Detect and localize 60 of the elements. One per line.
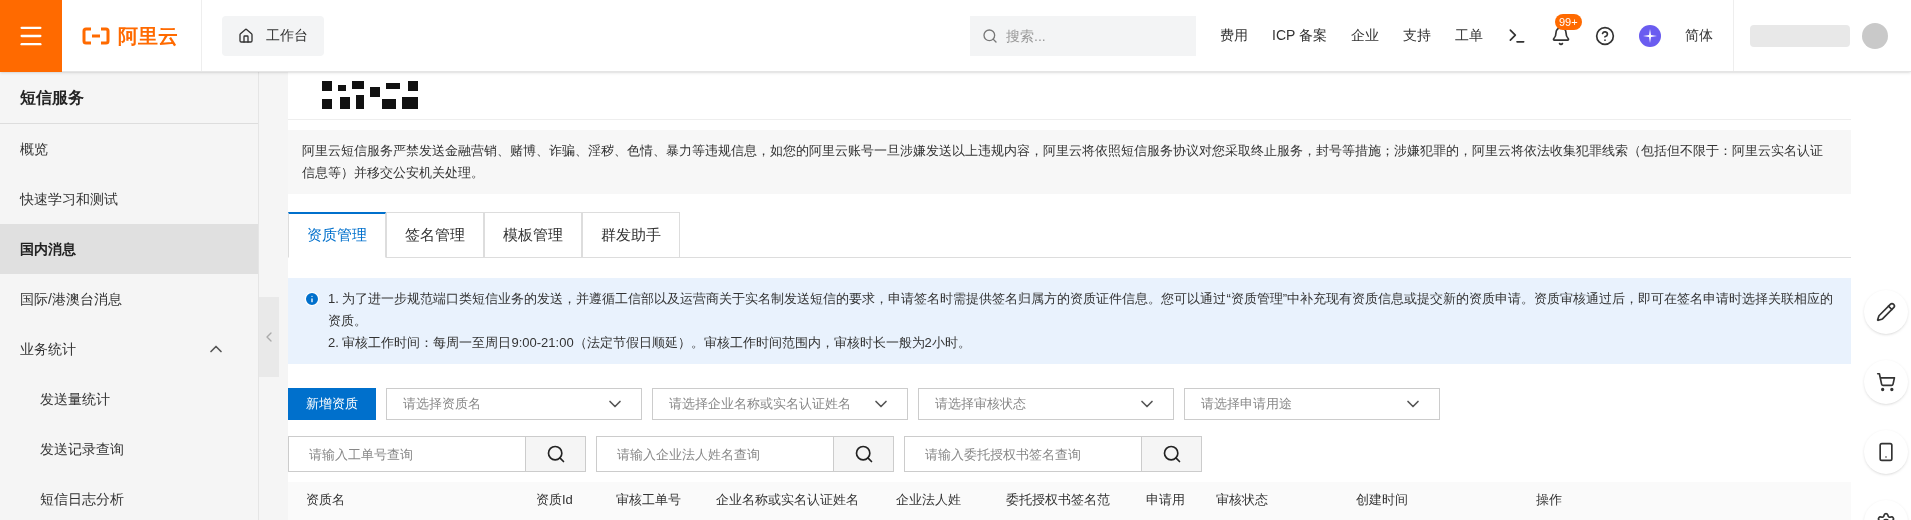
logo-icon [82,26,110,45]
column-header: 创建时间 [1356,491,1409,509]
column-header: 资质Id [536,491,574,509]
select-field[interactable]: 请选择申请用途 [1184,388,1440,420]
logo-text: 阿里云 [118,23,178,49]
search-icon [853,444,874,464]
select-field[interactable]: 请选择资质名 [386,388,642,420]
nav-link[interactable]: 支持 [1403,25,1431,46]
tab[interactable]: 资质管理 [288,212,386,258]
sidebar-item[interactable]: 快速学习和测试 [0,174,258,224]
cart-icon [1876,372,1896,392]
nav-link[interactable]: ICP 备案 [1272,25,1327,46]
sidebar-item[interactable]: 概览 [0,124,258,174]
sidebar-item[interactable]: 发送记录查询 [0,424,258,474]
select-field[interactable]: 请选择审核状态 [918,388,1174,420]
home-icon [238,27,254,44]
sidebar-item[interactable]: 国内消息 [0,224,258,274]
workbench-button[interactable]: 工作台 [222,15,324,56]
search-button[interactable] [834,436,894,472]
phone-icon [1876,442,1896,462]
column-header: 企业名称或实名认证姓名 [716,491,860,509]
nav-link[interactable]: 工单 [1455,25,1483,46]
column-header: 委托授权书签名范 [1006,491,1111,509]
info-text: 2. 审核工作时间：每周一至周日9:00-21:00（法定节假日顺延）。审核工作时间范围内，审核时长一般为2小时。 [328,334,972,352]
search-button[interactable] [526,436,586,472]
notification-badge: 99+ [1555,13,1582,30]
tab[interactable]: 签名管理 [386,212,484,258]
search-field[interactable]: 请输入企业法人姓名查询 [596,436,834,472]
add-qualification-button[interactable]: 新增资质 [288,388,376,420]
info-text: 1. 为了进一步规范端口类短信业务的发送，并遵循工信部以及运营商关于实名制发送短信的要求，申请签名时需提供签名归属方的资质证件信息。您可以通过“资质管理”中补充现有资质信息或提交新的资质申请。资质审核通过后，即可在签名申请时选择关联相应的资质。 [328,290,1835,330]
tab[interactable]: 模板管理 [484,212,582,258]
sidebar-item[interactable]: 业务统计 [0,324,258,374]
column-header: 操作 [1536,491,1563,509]
search-icon [982,27,998,44]
search-field[interactable]: 请输入委托授权书签名查询 [904,436,1142,472]
select-field[interactable]: 请选择企业名称或实名认证姓名 [652,388,908,420]
info-icon [304,291,320,307]
search-button[interactable] [1142,436,1202,472]
column-header: 审核状态 [1216,491,1269,509]
search-field[interactable]: 请输入工单号查询 [288,436,526,472]
pencil-icon [1876,302,1896,322]
column-header: 资质名 [306,491,346,509]
sidebar-item[interactable]: 发送量统计 [0,374,258,424]
search-icon [1161,444,1182,464]
tab[interactable]: 群发助手 [582,212,680,258]
sparkle-logo-icon[interactable] [1639,24,1661,47]
column-header: 申请用 [1146,491,1186,509]
nav-link[interactable]: 简体 [1685,25,1713,46]
search-icon [545,444,566,464]
sidebar-title: 短信服务 [0,72,258,124]
search-field[interactable]: 搜索... [970,15,1196,56]
column-header: 审核工单号 [616,491,682,509]
sidebar-item[interactable]: 短信日志分析 [0,474,258,520]
nav-link[interactable]: 企业 [1351,25,1379,46]
nav-link[interactable]: 费用 [1220,25,1248,46]
column-header: 企业法人姓 [896,491,962,509]
compliance-notice: 阿里云短信服务严禁发送金融营销、赌博、诈骗、淫秽、色情、暴力等违规信息，如您的阿里云账号一旦涉嫌发送以上违规内容，阿里云将依照短信服务协议对您采取终止服务，封号等措施；涉嫌犯罪的，阿里云将依法收集犯罪线索（包括但不限于：阿里云实名认证信息等）并移交公安机关处理。 [288,130,1851,194]
menu-button[interactable] [0,0,62,72]
help-icon[interactable] [1595,25,1615,46]
sidebar-item[interactable]: 国际/港澳台消息 [0,274,258,324]
